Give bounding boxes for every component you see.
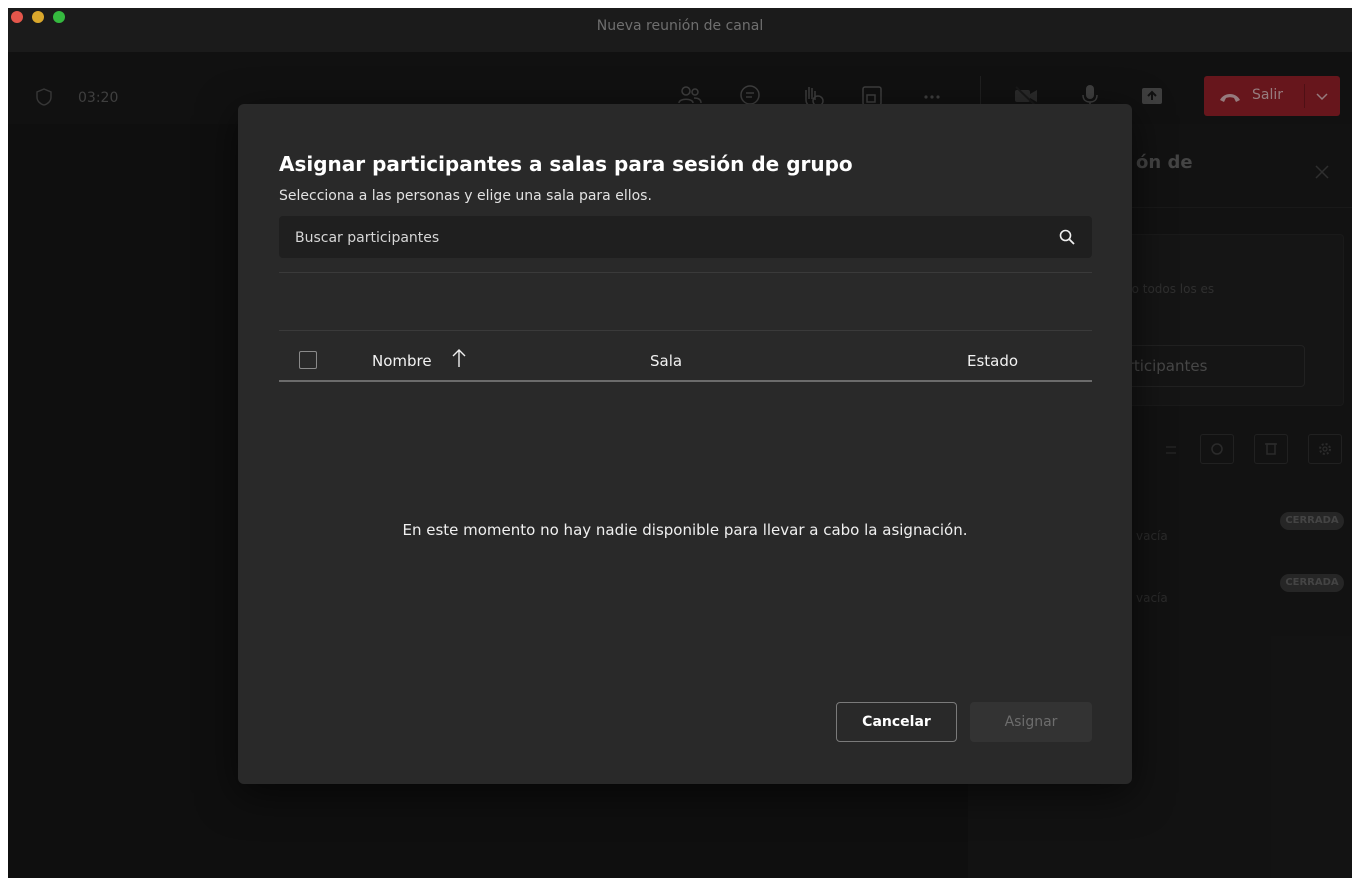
table-header: Nombre Sala Estado	[279, 332, 1092, 380]
column-header-name[interactable]: Nombre	[372, 352, 432, 370]
cancel-button[interactable]: Cancelar	[836, 702, 957, 742]
search-input[interactable]	[293, 216, 1037, 260]
sort-ascending-icon[interactable]	[451, 348, 467, 372]
header-underline	[279, 380, 1092, 382]
select-all-checkbox[interactable]	[299, 351, 317, 369]
column-header-room[interactable]: Sala	[650, 352, 682, 370]
search-icon[interactable]	[1059, 229, 1075, 249]
assign-button[interactable]: Asignar	[970, 702, 1092, 742]
divider	[279, 330, 1092, 331]
empty-state-message: En este momento no hay nadie disponible …	[402, 521, 968, 539]
dialog-subtitle: Selecciona a las personas y elige una sa…	[279, 188, 652, 204]
assign-participants-dialog: Asignar participantes a salas para sesió…	[238, 104, 1132, 784]
dialog-title: Asignar participantes a salas para sesió…	[279, 152, 853, 176]
window-title: Nueva reunión de canal	[596, 18, 764, 34]
title-bar: Nueva reunión de canal	[8, 8, 1352, 52]
search-box	[279, 216, 1092, 260]
column-header-status[interactable]: Estado	[967, 352, 1018, 370]
divider	[279, 272, 1092, 273]
app-window: Nueva reunión de canal 03:20 Salir ón de…	[8, 8, 1352, 878]
